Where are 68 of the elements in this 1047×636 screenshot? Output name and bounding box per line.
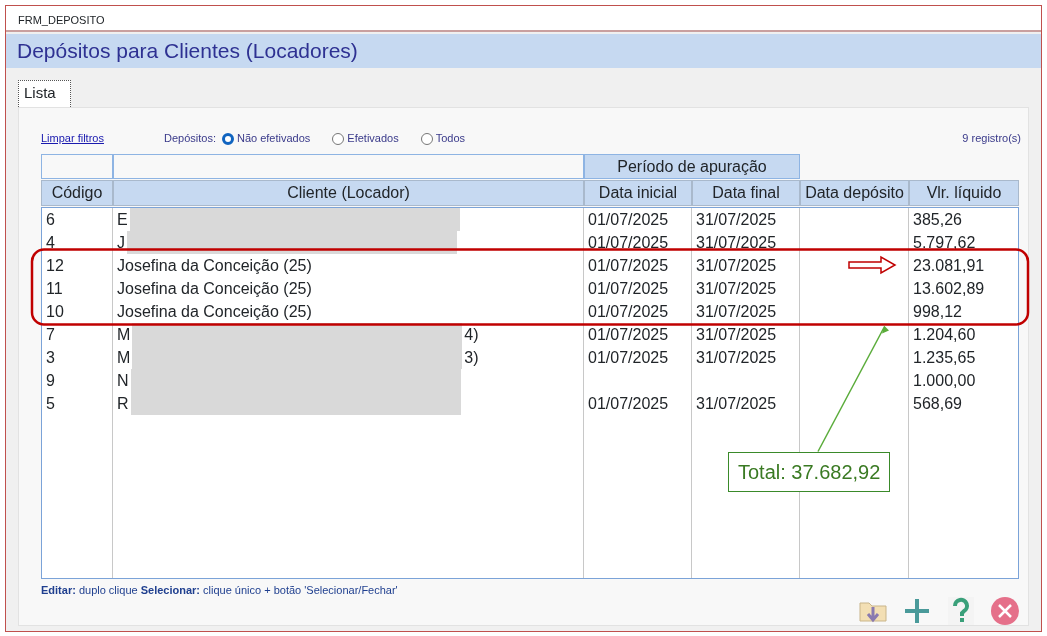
table-cell: M 4): [113, 322, 584, 346]
table-cell: Josefina da Conceição (25): [113, 299, 584, 323]
table-cell: Josefina da Conceição (25): [113, 253, 584, 277]
table-cell: 9: [42, 368, 113, 392]
clear-filters-link[interactable]: Limpar filtros: [41, 130, 104, 147]
table-cell: 01/07/2025: [584, 207, 692, 231]
column-header: Data inicial: [584, 179, 692, 206]
table-cell: Josefina da Conceição (25): [113, 276, 584, 300]
table-cell: E: [113, 207, 584, 231]
table-cell-text: 1.000,00: [912, 370, 977, 391]
arrow-annotation: [848, 255, 897, 275]
radio-button[interactable]: [221, 132, 234, 145]
table-cell: 31/07/2025: [692, 299, 800, 323]
table-cell: 01/07/2025: [584, 253, 692, 277]
group-header: Período de apuração: [584, 153, 800, 179]
table-cell: 01/07/2025: [584, 322, 692, 346]
filter-label: Depósitos:: [163, 131, 216, 147]
table-cell-text: 1.204,60: [912, 324, 977, 345]
table-cell: N: [113, 368, 584, 392]
table-cell-text: 13.602,89: [912, 278, 986, 299]
table-cell: 12: [42, 253, 113, 277]
column-header: Cliente (Locador): [113, 179, 584, 206]
table-cell: 31/07/2025: [692, 253, 800, 277]
table-cell: 3: [42, 345, 113, 369]
radio-label: Não efetivados: [236, 131, 311, 147]
radio-label: Efetivados: [347, 131, 399, 147]
filter-field[interactable]: [113, 153, 584, 179]
usage-hint: Editar: duplo clique Selecionar: clique único + botão 'Selecionar/Fechar': [41, 582, 399, 598]
radio-label: Todos: [435, 131, 466, 147]
table-cell-text: 568,69: [912, 393, 963, 414]
table-cell: 31/07/2025: [692, 207, 800, 231]
column-header: Código: [41, 179, 113, 206]
tab[interactable]: Lista: [18, 80, 71, 107]
radio-button[interactable]: [332, 132, 345, 145]
table-cell: J: [113, 230, 584, 254]
form-title: Depósitos para Clientes (Locadores): [6, 34, 1041, 68]
close-button[interactable]: [989, 595, 1021, 627]
table-cell: 31/07/2025: [692, 276, 800, 300]
table-cell: 11: [42, 276, 113, 300]
table-cell: R: [113, 391, 584, 415]
radio-button[interactable]: [420, 132, 433, 145]
table-cell: 01/07/2025: [584, 230, 692, 254]
column-header: Vlr. líquido: [909, 179, 1019, 206]
table-cell: 6: [42, 207, 113, 231]
table-cell: 4: [42, 230, 113, 254]
table-cell-text: 5.797,62: [912, 232, 977, 253]
table-cell: 31/07/2025: [692, 230, 800, 254]
table-cell: 10: [42, 299, 113, 323]
column-header: Data depósito: [800, 179, 909, 206]
record-count: 9 registro(s): [962, 131, 1021, 147]
table-cell-text: 23.081,91: [912, 255, 986, 276]
table-cell: M 3): [113, 345, 584, 369]
column-header: Data final: [692, 179, 800, 206]
table-cell: 7: [42, 322, 113, 346]
table-cell: 01/07/2025: [584, 391, 692, 415]
table-cell-text: 1.235,65: [912, 347, 977, 368]
table-cell-text: 385,26: [912, 209, 963, 230]
filter-field[interactable]: [41, 153, 113, 179]
window-title: FRM_DEPOSITO: [6, 6, 1041, 32]
table-cell: 31/07/2025: [692, 391, 800, 415]
table-cell: 31/07/2025: [692, 322, 800, 346]
total-callout: Total: 37.682,92: [728, 451, 891, 492]
table-cell: 01/07/2025: [584, 345, 692, 369]
table-cell: 31/07/2025: [692, 345, 800, 369]
table-cell: 01/07/2025: [584, 276, 692, 300]
table-cell: 5: [42, 391, 113, 415]
table-cell-text: 998,12: [912, 301, 963, 322]
table-cell: 01/07/2025: [584, 299, 692, 323]
